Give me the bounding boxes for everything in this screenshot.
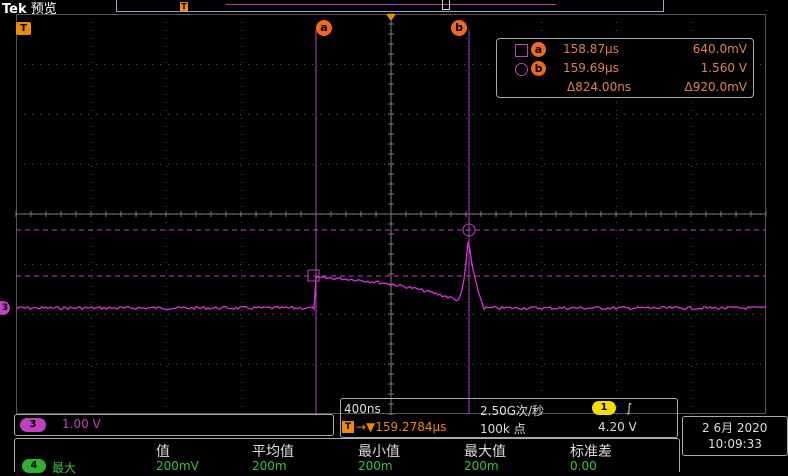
measure-header-max: 最大值 — [464, 444, 506, 460]
measure-channel-badge: 4 — [22, 459, 46, 473]
time-text: 10:09:33 — [708, 437, 762, 451]
sample-rate-value: 2.50G次/秒 — [480, 404, 545, 418]
circle-icon — [515, 63, 528, 76]
trigger-level-value: 4.20 V — [598, 420, 637, 434]
measure-name: 最大 — [52, 461, 77, 475]
cursor-delta-row: Δ824.00ns Δ920.0mV — [497, 79, 755, 97]
cursor-a-row: a 158.87µs 640.0mV — [497, 41, 755, 59]
measure-header-stddev: 标准差 — [570, 444, 612, 460]
cursor-readout-panel: a 158.87µs 640.0mV b 159.69µs 1.560 V Δ8… — [496, 38, 754, 98]
record-length: 100k 点 — [480, 422, 526, 436]
trigger-position-arrow[interactable] — [386, 14, 396, 21]
measure-min: 200m — [358, 459, 393, 473]
cursor-b-value: 1.560 V — [700, 61, 747, 75]
cursor-a-time: 158.87µs — [563, 42, 619, 56]
measure-value: 200mV — [156, 459, 199, 473]
timebase-value: 400ns — [344, 402, 381, 416]
cursor-a-badge[interactable]: a — [316, 20, 332, 36]
measure-header-min: 最小值 — [358, 444, 400, 460]
cursor-b-time: 159.69µs — [563, 61, 619, 75]
channel3-scale: 1.00 V — [62, 417, 101, 431]
date-text: 2 6月 2020 — [702, 421, 768, 435]
measure-mean: 200m — [252, 459, 287, 473]
measure-header-mean: 平均值 — [252, 444, 294, 460]
cursor-delta-time: Δ824.00ns — [567, 80, 632, 94]
cursor-b-readout-badge: b — [531, 61, 546, 76]
channel3-badge: 3 — [20, 418, 46, 432]
measure-max: 200m — [464, 459, 499, 473]
measure-stddev: 0.00 — [570, 459, 597, 473]
cursor-b-badge[interactable]: b — [451, 20, 467, 36]
trigger-source-badge: 1 — [592, 401, 616, 415]
square-icon — [515, 44, 528, 57]
cursor-b-row: b 159.69µs 1.560 V — [497, 60, 755, 78]
cursor-delta-value: Δ920.0mV — [684, 80, 747, 94]
measure-header-value: 值 — [156, 444, 170, 460]
cursor-a-value: 640.0mV — [692, 42, 747, 56]
horizontal-position: →▼159.2784µs — [356, 420, 447, 434]
trigger-level-marker[interactable]: T — [16, 22, 31, 35]
trigger-slope-icon: ∫ — [626, 401, 633, 415]
trigger-icon: T — [342, 421, 354, 433]
cursor-a-readout-badge: a — [531, 42, 546, 57]
